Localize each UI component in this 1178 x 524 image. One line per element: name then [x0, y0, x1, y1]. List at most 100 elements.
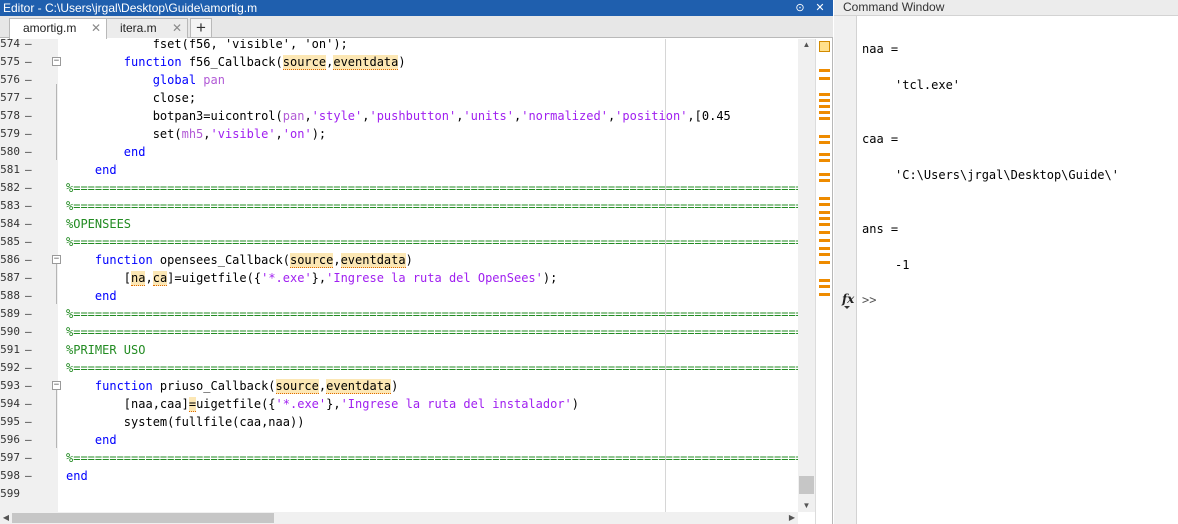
- code-line[interactable]: 582– %===================================…: [0, 179, 798, 197]
- breakpoint-dash[interactable]: –: [25, 269, 32, 287]
- breakpoint-dash[interactable]: –: [25, 233, 32, 251]
- vertical-scrollbar[interactable]: ▲ ▼: [798, 39, 815, 512]
- code-line[interactable]: 593– − function priuso_Callback(source,ev…: [0, 377, 798, 395]
- warning-marker[interactable]: [819, 223, 830, 226]
- code-line[interactable]: 589– %===================================…: [0, 305, 798, 323]
- warning-marker[interactable]: [819, 203, 830, 206]
- command-prompt[interactable]: >>: [862, 293, 876, 307]
- code-line[interactable]: 588– end: [0, 287, 798, 305]
- warning-marker[interactable]: [819, 77, 830, 80]
- scroll-down-icon[interactable]: ▼: [798, 500, 815, 512]
- code-line[interactable]: 578– botpan3=uicontrol(pan,'style','push…: [0, 107, 798, 125]
- warning-marker[interactable]: [819, 173, 830, 176]
- close-icon[interactable]: ✕: [813, 1, 827, 15]
- breakpoint-dash[interactable]: –: [25, 107, 32, 125]
- code-line[interactable]: 594– [naa,caa]=uigetfile({'*.exe'},'Ingr…: [0, 395, 798, 413]
- warning-marker[interactable]: [819, 111, 830, 114]
- breakpoint-dash[interactable]: –: [25, 251, 32, 269]
- warning-marker[interactable]: [819, 93, 830, 96]
- breakpoint-dash[interactable]: –: [25, 197, 32, 215]
- breakpoint-dash[interactable]: –: [25, 431, 32, 449]
- warning-marker[interactable]: [819, 279, 830, 282]
- close-tab-icon[interactable]: ✕: [172, 19, 182, 37]
- warning-marker[interactable]: [819, 105, 830, 108]
- warning-marker[interactable]: [819, 99, 830, 102]
- breakpoint-dash[interactable]: –: [25, 359, 32, 377]
- code-line[interactable]: 583– %===================================…: [0, 197, 798, 215]
- code-line[interactable]: 574– fset(f56, 'visible', 'on');: [0, 39, 798, 53]
- fold-toggle-icon[interactable]: −: [52, 57, 61, 66]
- warning-marker[interactable]: [819, 135, 830, 138]
- warning-marker[interactable]: [819, 239, 830, 242]
- code-line[interactable]: 585– %===================================…: [0, 233, 798, 251]
- warning-marker[interactable]: [819, 211, 830, 214]
- warning-marker[interactable]: [819, 197, 830, 200]
- scroll-right-icon[interactable]: ▶: [786, 512, 798, 524]
- breakpoint-dash[interactable]: –: [25, 125, 32, 143]
- warning-marker[interactable]: [819, 247, 830, 250]
- breakpoint-dash[interactable]: –: [25, 323, 32, 341]
- warning-marker[interactable]: [819, 261, 830, 264]
- warning-marker[interactable]: [819, 159, 830, 162]
- code-line[interactable]: 586– − function opensees_Callback(source,…: [0, 251, 798, 269]
- warning-marker[interactable]: [819, 69, 830, 72]
- code-line[interactable]: 596– end: [0, 431, 798, 449]
- breakpoint-dash[interactable]: –: [25, 287, 32, 305]
- breakpoint-dash[interactable]: –: [25, 467, 32, 485]
- code-line[interactable]: 587– [na,ca]=uigetfile({'*.exe'},'Ingres…: [0, 269, 798, 287]
- code-line[interactable]: 577– close;: [0, 89, 798, 107]
- warning-marker[interactable]: [819, 217, 830, 220]
- code-line[interactable]: 591– %PRIMER USO: [0, 341, 798, 359]
- breakpoint-dash[interactable]: –: [25, 413, 32, 431]
- breakpoint-dash[interactable]: –: [25, 305, 32, 323]
- breakpoint-dash[interactable]: –: [25, 161, 32, 179]
- breakpoint-dash[interactable]: –: [25, 71, 32, 89]
- warning-marker[interactable]: [819, 231, 830, 234]
- command-window[interactable]: Command Window naa = 'tcl.exe' caa = 'C:\Us…: [834, 0, 1178, 524]
- code-line[interactable]: 592– %===================================…: [0, 359, 798, 377]
- breakpoint-dash[interactable]: –: [25, 449, 32, 467]
- breakpoint-dash[interactable]: –: [25, 89, 32, 107]
- breakpoint-dash[interactable]: –: [25, 377, 32, 395]
- code-line[interactable]: 584– %OPENSEES: [0, 215, 798, 233]
- code-analyzer-bar[interactable]: [815, 39, 832, 524]
- code-line[interactable]: 597– %===================================…: [0, 449, 798, 467]
- tab-amortig[interactable]: amortig.m ✕: [9, 18, 107, 39]
- breakpoint-dash[interactable]: –: [25, 179, 32, 197]
- editor-actions-icon[interactable]: ⊙: [793, 1, 807, 15]
- warning-marker[interactable]: [819, 141, 830, 144]
- code-line[interactable]: 581– end: [0, 161, 798, 179]
- fold-toggle-icon[interactable]: −: [52, 381, 61, 390]
- scroll-thumb[interactable]: [799, 476, 814, 494]
- close-tab-icon[interactable]: ✕: [91, 19, 101, 37]
- warning-marker[interactable]: [819, 285, 830, 288]
- code-line[interactable]: 599: [0, 485, 798, 503]
- code-line[interactable]: 580– end: [0, 143, 798, 161]
- tab-itera[interactable]: itera.m ✕: [106, 18, 188, 38]
- warning-marker[interactable]: [819, 153, 830, 156]
- function-browser-icon[interactable]: fx: [842, 292, 854, 309]
- scroll-thumb[interactable]: [12, 513, 274, 523]
- scroll-left-icon[interactable]: ◀: [0, 512, 12, 524]
- warning-marker[interactable]: [819, 179, 830, 182]
- breakpoint-dash[interactable]: –: [25, 215, 32, 233]
- code-line[interactable]: 579– set(mh5,'visible','on');: [0, 125, 798, 143]
- warning-marker[interactable]: [819, 293, 830, 296]
- warning-indicator-icon[interactable]: [819, 41, 830, 52]
- code-line[interactable]: 590– %===================================…: [0, 323, 798, 341]
- horizontal-scrollbar[interactable]: ◀ ▶: [0, 512, 798, 524]
- code-line[interactable]: 598– end: [0, 467, 798, 485]
- new-tab-button[interactable]: +: [190, 18, 212, 38]
- breakpoint-dash[interactable]: –: [25, 143, 32, 161]
- code-line[interactable]: 595– system(fullfile(caa,naa)): [0, 413, 798, 431]
- code-editor[interactable]: 574– fset(f56, 'visible', 'on'); 575– − fu…: [0, 39, 798, 512]
- warning-marker[interactable]: [819, 253, 830, 256]
- warning-marker[interactable]: [819, 117, 830, 120]
- code-line[interactable]: 575– − function f56_Callback(source,event…: [0, 53, 798, 71]
- breakpoint-dash[interactable]: –: [25, 341, 32, 359]
- breakpoint-dash[interactable]: –: [25, 39, 32, 53]
- code-line[interactable]: 576– global pan: [0, 71, 798, 89]
- fold-toggle-icon[interactable]: −: [52, 255, 61, 264]
- breakpoint-dash[interactable]: –: [25, 395, 32, 413]
- scroll-up-icon[interactable]: ▲: [798, 39, 815, 51]
